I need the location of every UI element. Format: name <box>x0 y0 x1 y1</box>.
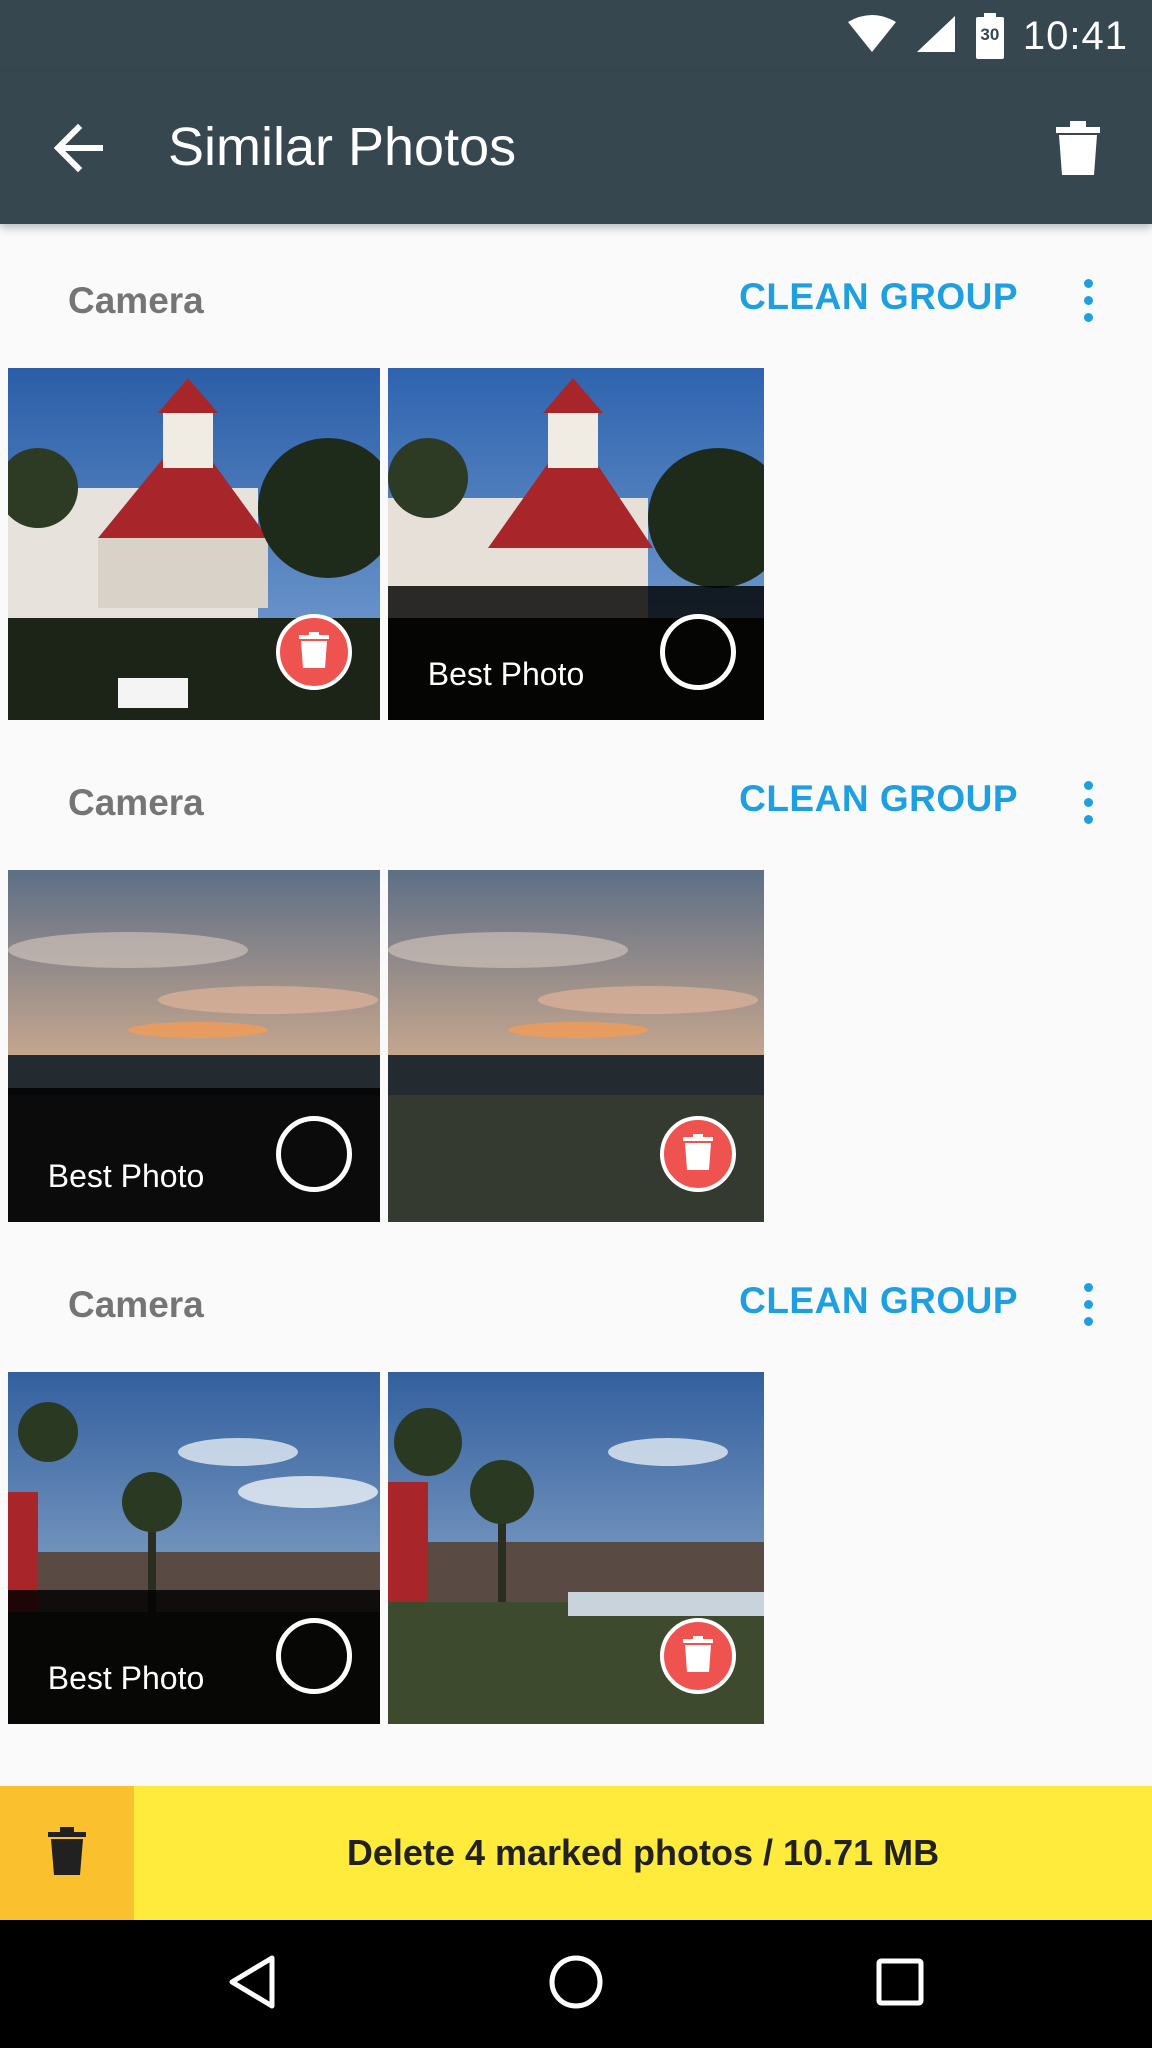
bottom-trash-box <box>0 1786 134 1920</box>
trash-icon <box>683 1133 713 1175</box>
group-header: Camera CLEAN GROUP <box>0 1228 1152 1368</box>
page-title: Similar Photos <box>168 117 517 177</box>
battery-level: 30 <box>980 25 1000 44</box>
select-photo-checkbox[interactable] <box>276 1116 352 1192</box>
navigation-bar <box>0 1920 1152 2048</box>
photo-thumbnail[interactable] <box>8 368 380 720</box>
more-options-button[interactable] <box>1060 1268 1116 1340</box>
arrow-back-icon <box>52 122 104 179</box>
marked-delete-button[interactable] <box>276 614 352 690</box>
more-options-button[interactable] <box>1060 766 1116 838</box>
recents-square-icon <box>875 1957 925 2012</box>
delete-marked-button[interactable]: Delete 4 marked photos / 10.71 MB <box>0 1786 1152 1920</box>
trash-icon <box>1056 120 1100 180</box>
battery-icon: 30 <box>975 13 1005 59</box>
nav-back-button[interactable] <box>212 1944 292 2024</box>
photo-thumbnail[interactable] <box>388 870 764 1222</box>
more-options-button[interactable] <box>1060 264 1116 336</box>
nav-home-button[interactable] <box>536 1944 616 2024</box>
select-photo-checkbox[interactable] <box>660 614 736 690</box>
photo-thumbnail[interactable]: Best Photo <box>8 1372 380 1724</box>
group-title: Camera <box>68 782 204 823</box>
more-vert-icon <box>1083 1282 1093 1292</box>
delete-all-button[interactable] <box>1040 112 1116 188</box>
app-bar: Similar Photos <box>0 72 1152 224</box>
group-header: Camera CLEAN GROUP <box>0 224 1152 364</box>
group-title: Camera <box>68 1284 204 1325</box>
status-bar: 30 10:41 <box>0 0 1152 72</box>
more-vert-icon <box>1083 780 1093 790</box>
photo-thumbnail[interactable] <box>388 1372 764 1724</box>
best-photo-label: Best Photo <box>47 1158 205 1194</box>
clean-group-button[interactable]: CLEAN GROUP <box>739 276 1018 318</box>
home-circle-icon <box>548 1954 604 2015</box>
delete-marked-label: Delete 4 marked photos / 10.71 MB <box>346 1832 940 1873</box>
photo-thumbnail[interactable]: Best Photo <box>8 870 380 1222</box>
best-photo-label: Best Photo <box>427 656 585 692</box>
photo-group: Camera CLEAN GROUP Best Photo <box>0 726 1152 1228</box>
best-photo-label: Best Photo <box>47 1660 205 1696</box>
marked-delete-button[interactable] <box>660 1618 736 1694</box>
back-button[interactable] <box>40 112 116 188</box>
status-icons: 30 10:41 <box>847 0 1128 72</box>
clean-group-button[interactable]: CLEAN GROUP <box>739 1280 1018 1322</box>
clean-group-button[interactable]: CLEAN GROUP <box>739 778 1018 820</box>
trash-icon <box>683 1635 713 1677</box>
photo-thumbnail[interactable]: Best Photo <box>388 368 764 720</box>
group-title: Camera <box>68 280 204 321</box>
back-triangle-icon <box>226 1954 278 2015</box>
wifi-icon <box>847 14 897 59</box>
nav-recents-button[interactable] <box>860 1944 940 2024</box>
more-vert-icon <box>1083 278 1093 288</box>
trash-icon <box>48 1826 86 1880</box>
photo-group: Camera CLEAN GROUP Best Photo <box>0 1228 1152 1730</box>
signal-icon <box>915 14 957 59</box>
marked-delete-button[interactable] <box>660 1116 736 1192</box>
group-header: Camera CLEAN GROUP <box>0 726 1152 866</box>
select-photo-checkbox[interactable] <box>276 1618 352 1694</box>
trash-icon <box>299 631 329 673</box>
status-time: 10:41 <box>1022 13 1128 58</box>
photo-group: Camera CLEAN GROUP Best Photo <box>0 224 1152 726</box>
